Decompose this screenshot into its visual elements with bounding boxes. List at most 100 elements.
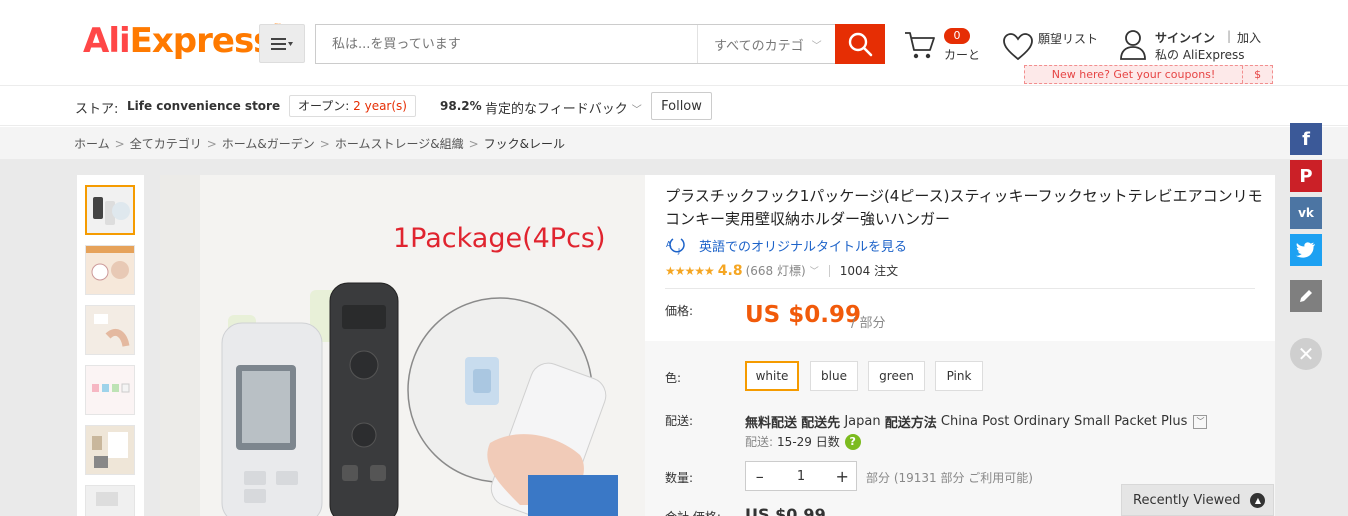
feedback-dropdown[interactable]: 肯定的なフィードバック ﹀ xyxy=(485,98,642,117)
ship-to-label: 配送先 xyxy=(801,416,841,431)
breadcrumb-home-garden[interactable]: ホーム&ガーデン xyxy=(222,137,315,151)
breadcrumb-current: フック&レール xyxy=(483,137,566,151)
search-category-label: すべてのカテゴ xyxy=(714,38,804,54)
color-option-blue[interactable]: blue xyxy=(810,361,858,391)
delivery-days: 15-29 日数 xyxy=(777,435,840,449)
chevron-down-icon: ﹀ xyxy=(631,105,642,116)
signin-link[interactable]: サインイン xyxy=(1155,29,1215,46)
package-banner-text: 1Package(4Pcs) xyxy=(393,223,606,254)
breadcrumb-sep: > xyxy=(319,137,330,151)
search-input[interactable] xyxy=(316,25,696,63)
thumbnail-image xyxy=(86,246,134,294)
search-bar: すべてのカテゴ ﹀ xyxy=(315,24,835,64)
breadcrumb-all-categories[interactable]: 全てカテゴリ xyxy=(130,137,202,151)
close-icon[interactable]: ✕ xyxy=(1290,338,1322,370)
breadcrumb-sep: > xyxy=(468,137,479,151)
heart-icon xyxy=(1003,33,1033,61)
cart-count-badge: 0 xyxy=(944,28,970,44)
header: AliExpress™ すべてのカテゴ ﹀ 0 カーと xyxy=(0,0,1348,86)
category-menu-button[interactable] xyxy=(259,24,305,63)
facebook-share-icon[interactable]: f xyxy=(1290,123,1322,155)
thumbnail-6[interactable] xyxy=(85,485,135,516)
positive-feedback-percent: 98.2% xyxy=(440,99,482,113)
rating-row: ★★★★★ 4.8 (668 灯標) ﹀ 1004 注文 xyxy=(665,262,898,279)
store-open-badge: オープン: 2 year(s) xyxy=(289,95,416,117)
logo-ali: Ali xyxy=(83,21,131,61)
coupon-banner[interactable]: New here? Get your coupons! $ xyxy=(1024,65,1273,84)
follow-button[interactable]: Follow xyxy=(651,92,712,120)
help-question-icon[interactable]: ? xyxy=(844,433,861,450)
store-name-link[interactable]: Life convenience store xyxy=(127,99,280,113)
thumbnail-image xyxy=(86,306,134,354)
cart-label: カーと xyxy=(944,48,981,62)
breadcrumb: ホーム > 全てカテゴリ > ホーム&ガーデン > ホームストレージ&組織 > フック&レール xyxy=(74,135,565,152)
vk-share-icon[interactable]: vk xyxy=(1290,197,1322,229)
join-link[interactable]: 加入 xyxy=(1237,29,1261,46)
svg-text:J: J xyxy=(677,247,680,255)
total-price-label: 合計 価格: xyxy=(665,508,721,516)
twitter-share-icon[interactable] xyxy=(1290,234,1322,266)
chevron-down-icon: ﹀ xyxy=(811,40,822,52)
breadcrumb-sep: > xyxy=(114,137,125,151)
cart-icon xyxy=(905,32,935,59)
price-value: US $0.99 xyxy=(745,302,861,328)
shipping-dropdown-chevron-icon[interactable]: ﹀ xyxy=(1193,414,1208,429)
price-label: 価格: xyxy=(665,304,694,318)
thumbnail-2[interactable] xyxy=(85,245,135,295)
logo-express: Express xyxy=(129,21,274,61)
color-label: 色: xyxy=(665,371,682,385)
ship-country: Japan xyxy=(844,414,881,429)
price-unit: / 部分 xyxy=(851,316,886,331)
search-icon xyxy=(848,32,873,57)
delivery-label: 配送: xyxy=(745,435,774,449)
recently-viewed-button[interactable]: Recently Viewed ▲ xyxy=(1121,484,1274,516)
my-aliexpress-link[interactable]: 私の AliExpress xyxy=(1155,46,1245,63)
thumbnail-strip xyxy=(77,175,144,516)
chevron-down-icon[interactable]: ﹀ xyxy=(810,264,819,277)
free-shipping: 無料配送 xyxy=(745,416,798,431)
cart[interactable]: 0 カーと xyxy=(904,28,994,68)
color-option-pink[interactable]: Pink xyxy=(935,361,983,391)
aliexpress-logo[interactable]: AliExpress™ xyxy=(83,21,282,61)
chevron-up-icon: ▲ xyxy=(1250,492,1266,508)
shipping-info: 無料配送 配送先 Japan 配送方法 China Post Ordinary … xyxy=(745,412,1208,431)
breadcrumb-storage[interactable]: ホームストレージ&組織 xyxy=(335,137,464,151)
twitter-bird-icon xyxy=(1296,242,1315,258)
rating-value: 4.8 xyxy=(717,262,743,279)
edit-icon[interactable] xyxy=(1290,280,1322,312)
pencil-icon xyxy=(1300,290,1312,302)
original-title-link[interactable]: A J 英語でのオリジナルタイトルを見る xyxy=(665,236,907,255)
total-price-value: US $0.99 xyxy=(745,505,826,516)
plus-icon[interactable]: + xyxy=(829,467,857,486)
search-button[interactable] xyxy=(835,24,885,64)
store-bar: ストア: Life convenience store オープン: 2 year… xyxy=(0,86,1348,126)
store-prefix: ストア: xyxy=(75,102,119,117)
wishlist-label: 願望リスト xyxy=(1038,32,1099,46)
minus-icon[interactable]: – xyxy=(746,467,774,486)
thumbnail-3[interactable] xyxy=(85,305,135,355)
color-option-green[interactable]: green xyxy=(868,361,925,391)
quantity-availability: 部分 (19131 部分 ご利用可能) xyxy=(866,471,1033,485)
delivery-time: 配送: 15-29 日数 ? xyxy=(745,433,861,450)
info-divider xyxy=(665,288,1255,289)
breadcrumb-sep: > xyxy=(206,137,217,151)
feedback-label: 肯定的なフィードバック xyxy=(485,102,628,117)
coupon-text: New here? Get your coupons! xyxy=(1051,68,1216,81)
thumbnail-5[interactable] xyxy=(85,425,135,475)
pinterest-share-icon[interactable]: P xyxy=(1290,160,1322,192)
thumbnail-1[interactable] xyxy=(85,185,135,235)
thumbnail-4[interactable] xyxy=(85,365,135,415)
svg-text:A: A xyxy=(666,240,672,249)
color-option-white[interactable]: white xyxy=(745,361,799,391)
breadcrumb-home[interactable]: ホーム xyxy=(74,137,110,151)
wishlist[interactable]: 願望リスト xyxy=(1002,28,1112,68)
user-icon xyxy=(1120,30,1146,60)
order-count: 1004 注文 xyxy=(839,264,899,278)
search-category-select[interactable]: すべてのカテゴ ﹀ xyxy=(697,25,836,63)
account: サインイン | 加入 私の AliExpress xyxy=(1118,28,1278,68)
main-product-image[interactable]: 1Package(4Pcs) xyxy=(160,175,645,516)
votes-link[interactable]: (668 灯標) xyxy=(746,262,806,279)
store-open-label: オープン: xyxy=(298,99,354,113)
ship-method-label: 配送方法 xyxy=(884,416,937,431)
quantity-input[interactable]: 1 xyxy=(774,469,829,484)
